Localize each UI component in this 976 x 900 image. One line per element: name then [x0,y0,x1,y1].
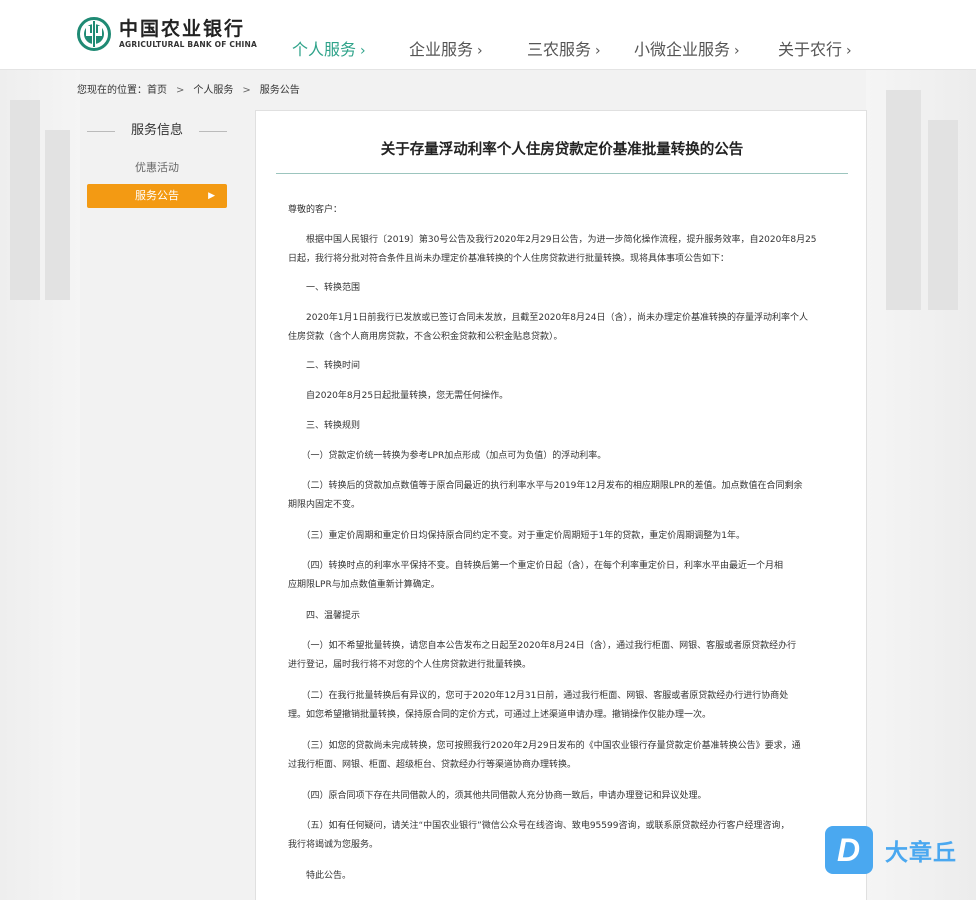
building-silhouette [45,130,70,300]
site-header: 中国农业银行 AGRICULTURAL BANK OF CHINA 个人服务 › … [0,0,976,70]
sidebar-title: 服务信息 [87,116,227,146]
breadcrumb-current[interactable]: 服务公告 [260,85,300,96]
background-left [0,70,80,900]
paragraph-line: （一）如不希望批量转换，请您自本公告发布之日起至2020年8月24日（含），通过… [288,641,797,651]
paragraph-line: 二、转换时间 [288,361,361,371]
paragraph-line: 进行登记，届时我行将不对您的个人住房贷款进行批量转换。 [288,660,532,670]
paragraph-line: （一）贷款定价统一转换为参考LPR加点形成（加点可为负值）的浮动利率。 [288,451,607,461]
nav-item-personal[interactable]: 个人服务 › [292,36,366,60]
paragraph-line: 四、温馨提示 [288,611,361,621]
article-paragraph: 2020年1月1日前我行已发放或已签订合同未发放，且截至2020年8月24日（含… [288,309,833,347]
paragraph-line: （四）转换时点的利率水平保持不变。自转换后第一个重定价日起（含），在每个利率重定… [288,561,784,571]
article-paragraph: （二）转换后的贷款加点数值等于原合同最近的执行利率水平与2019年12月发布的相… [288,477,833,515]
article-paragraph: （一）贷款定价统一转换为参考LPR加点形成（加点可为负值）的浮动利率。 [288,447,833,466]
abc-logo-icon [77,17,111,51]
paragraph-line: （二）转换后的贷款加点数值等于原合同最近的执行利率水平与2019年12月发布的相… [288,481,803,491]
paragraph-line: 一、转换范围 [288,283,361,293]
paragraph-line: （二）在我行批量转换后有异议的，您可于2020年12月31日前，通过我行柜面、网… [288,691,789,701]
paragraph-line: 过我行柜面、网银、柜面、超级柜台、贷款经办行等渠道协商办理转换。 [288,760,577,770]
nav-item-small-business[interactable]: 小微企业服务 › [634,36,740,60]
paragraph-line: 根据中国人民银行〔2019〕第30号公告及我行2020年2月29日公告，为进一步… [288,235,817,245]
watermark-letter: D [837,832,861,868]
paragraph-line: （三）重定价周期和重定价日均保持原合同约定不变。对于重定价周期短于1年的贷款，重… [288,531,745,541]
article-title: 关于存量浮动利率个人住房贷款定价基准批量转换的公告 [380,142,744,158]
paragraph-line: 2020年1月1日前我行已发放或已签订合同未发放，且截至2020年8月24日（含… [288,313,808,323]
article-paragraph: 一、转换范围 [288,279,833,298]
breadcrumb-prefix: 您现在的位置： [77,85,147,96]
breadcrumb-link-personal[interactable]: 个人服务 [193,85,233,96]
article-paragraph: 尊敬的客户： [288,201,833,220]
paragraph-line: （三）如您的贷款尚未完成转换，您可按照我行2020年2月29日发布的《中国农业银… [288,741,801,751]
title-divider [276,173,848,174]
article-paragraph: （四）转换时点的利率水平保持不变。自转换后第一个重定价日起（含），在每个利率重定… [288,557,833,595]
nav-item-agricultural[interactable]: 三农服务 › [527,36,601,60]
article-paragraph: （三）重定价周期和重定价日均保持原合同约定不变。对于重定价周期短于1年的贷款，重… [288,527,833,546]
breadcrumb-separator: > [242,85,251,96]
article-paragraph: 根据中国人民银行〔2019〕第30号公告及我行2020年2月29日公告，为进一步… [288,231,833,269]
watermark-logo-icon: D [825,826,873,874]
sidebar-item-announcements[interactable]: 服务公告 ▶ [87,184,227,208]
nav-label: 企业服务 [409,40,474,59]
nav-label: 关于农行 [778,40,843,59]
chevron-right-icon: › [734,43,740,59]
bank-logo[interactable]: 中国农业银行 AGRICULTURAL BANK OF CHINA [77,17,257,51]
watermark-text: 大章丘 [885,840,957,866]
paragraph-line: 三、转换规则 [288,421,361,431]
paragraph-line: 住房贷款（含个人商用房贷款，不含公积金贷款和公积金贴息贷款）。 [288,332,563,342]
sidebar-item-label: 优惠活动 [135,161,179,174]
article-paragraph: （五）如有任何疑问，请关注“中国农业银行”微信公众号在线咨询、致电95599咨询… [288,817,833,855]
paragraph-line: 我行将竭诚为您服务。 [288,840,379,850]
article-paragraph: （一）如不希望批量转换，请您自本公告发布之日起至2020年8月24日（含），通过… [288,637,833,675]
paragraph-line: （五）如有任何疑问，请关注“中国农业银行”微信公众号在线咨询、致电95599咨询… [288,821,790,831]
paragraph-line: 理。如您希望撤销批量转换，保持原合同的定价方式，可通过上述渠道申请办理。撤销操作… [288,710,712,720]
chevron-right-icon: › [360,43,366,59]
background-right [866,70,976,900]
sidebar-item-label: 服务公告 [135,189,179,202]
sidebar: 服务信息 优惠活动 服务公告 ▶ [87,116,227,208]
article-paragraph: （四）原合同项下存在共同借款人的，须其他共同借款人充分协商一致后，申请办理登记和… [288,787,833,806]
nav-label: 三农服务 [527,40,592,59]
breadcrumb: 您现在的位置：首页 > 个人服务 > 服务公告 [77,81,300,96]
chevron-right-icon: › [846,43,852,59]
breadcrumb-separator: > [176,85,185,96]
paragraph-line: 特此公告。 [288,871,352,881]
paragraph-line: 应期限LPR与加点数值重新计算确定。 [288,580,440,590]
play-arrow-icon: ▶ [208,191,215,201]
bank-name-cn: 中国农业银行 [119,18,246,40]
watermark: D 大章丘 [825,826,957,874]
bank-name-en: AGRICULTURAL BANK OF CHINA [119,40,258,49]
article-paragraph: 四、温馨提示 [288,607,833,626]
paragraph-line: 自2020年8月25日起批量转换，您无需任何操作。 [288,391,509,401]
article-paragraph: 自2020年8月25日起批量转换，您无需任何操作。 [288,387,833,406]
nav-label: 小微企业服务 [634,40,731,59]
chevron-right-icon: › [595,43,601,59]
nav-label: 个人服务 [292,40,357,59]
chevron-right-icon: › [477,43,483,59]
article-paragraph: 二、转换时间 [288,357,833,376]
nav-item-corporate[interactable]: 企业服务 › [409,36,483,60]
paragraph-line: （四）原合同项下存在共同借款人的，须其他共同借款人充分协商一致后，申请办理登记和… [288,791,707,801]
building-silhouette [10,100,40,300]
article-paragraph: （二）在我行批量转换后有异议的，您可于2020年12月31日前，通过我行柜面、网… [288,687,833,725]
nav-item-about[interactable]: 关于农行 › [778,36,852,60]
building-silhouette [928,120,958,310]
paragraph-line: 期限内固定不变。 [288,500,361,510]
building-silhouette [886,90,921,310]
paragraph-line: 尊敬的客户： [288,205,343,215]
article-panel: 关于存量浮动利率个人住房贷款定价基准批量转换的公告 尊敬的客户： 根据中国人民银… [255,110,867,900]
article-paragraph: 三、转换规则 [288,417,833,436]
article-paragraph: 特此公告。 [288,867,833,886]
article-paragraph: （三）如您的贷款尚未完成转换，您可按照我行2020年2月29日发布的《中国农业银… [288,737,833,775]
paragraph-line: 日起，我行将分批对符合条件且尚未办理定价基准转换的个人住房贷款进行批量转换。现将… [288,254,730,264]
breadcrumb-link-home[interactable]: 首页 [147,85,167,96]
sidebar-item-promotions[interactable]: 优惠活动 [87,156,227,180]
